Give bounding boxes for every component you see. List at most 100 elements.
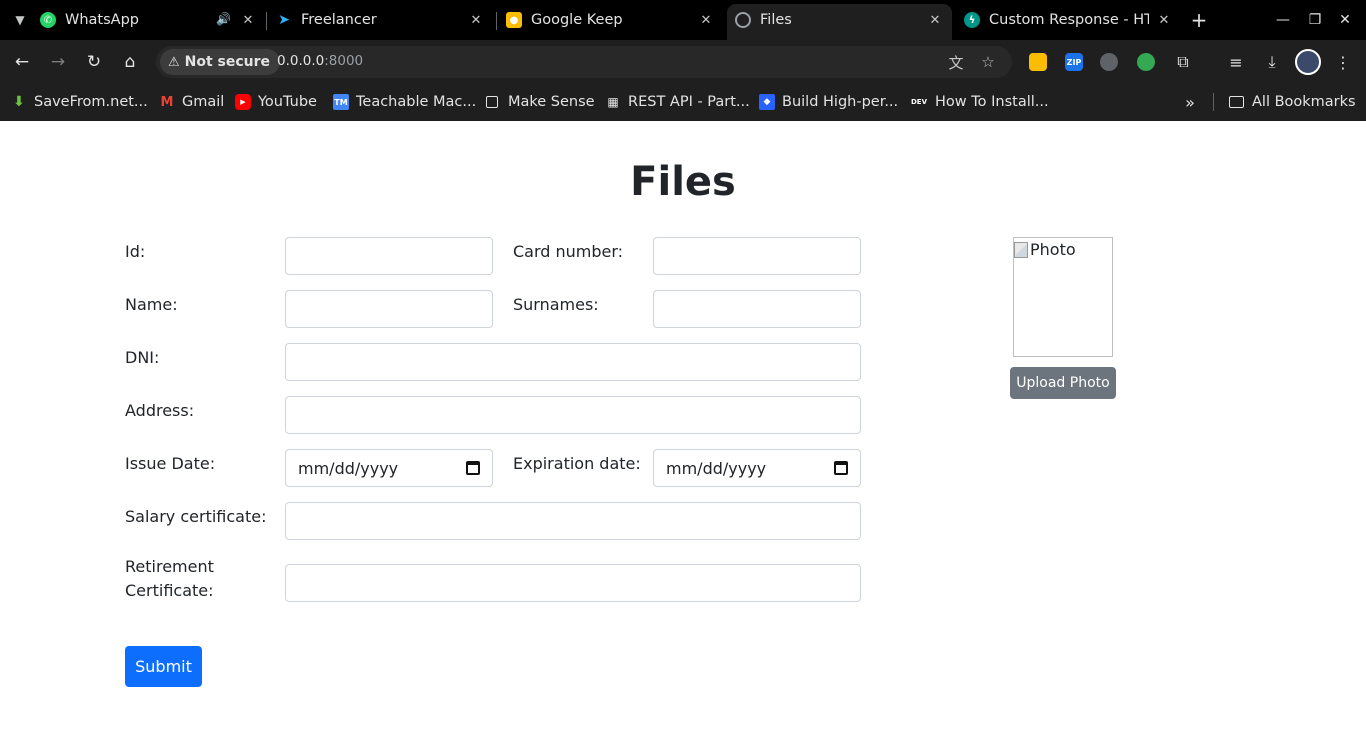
bookmark-star-icon[interactable]: ☆ [978, 52, 998, 72]
bookmark-youtube[interactable]: ▶ YouTube [235, 91, 317, 113]
salary-certificate-label: Salary certificate: [125, 507, 267, 526]
bookmark-label: Teachable Mac... [356, 94, 477, 110]
calendar-icon[interactable] [466, 461, 480, 475]
issue-date-label: Issue Date: [125, 454, 216, 473]
name-input[interactable] [285, 290, 493, 328]
date-placeholder: mm/dd/yyyy [298, 458, 399, 478]
tab-label: WhatsApp [65, 12, 139, 28]
bookmark-rest-api[interactable]: ▦ REST API - Part... [605, 91, 750, 113]
translate-icon[interactable]: 文 [946, 52, 966, 72]
retirement-certificate-input[interactable] [285, 564, 861, 602]
tab-custom-response[interactable]: ϟ Custom Response - HTML ✕ [956, 4, 1181, 36]
url-text: 0.0.0.0:8000 [277, 53, 363, 69]
upload-photo-button[interactable]: Upload Photo [1010, 367, 1116, 399]
close-icon[interactable]: ✕ [239, 11, 257, 29]
youtube-icon: ▶ [235, 94, 251, 110]
tab-google-keep[interactable]: ● Google Keep ✕ [498, 4, 723, 36]
globe-icon [735, 12, 751, 28]
shield-extension-icon[interactable] [1100, 53, 1118, 71]
close-icon[interactable]: ✕ [1155, 11, 1173, 29]
profile-avatar[interactable] [1295, 49, 1321, 75]
audio-icon[interactable]: 🔊 [216, 12, 231, 26]
new-tab-button[interactable]: + [1187, 8, 1211, 32]
bookmarks-divider [1213, 93, 1214, 111]
retirement-certificate-label-line2: Certificate: [125, 581, 214, 600]
tab-strip: ▼ ✆ WhatsApp 🔊 ✕ ➤ Freelancer ✕ ● Google… [0, 0, 1366, 40]
tab-label: Freelancer [301, 12, 377, 28]
bookmark-teachable[interactable]: TM Teachable Mac... [333, 91, 476, 113]
security-chip[interactable]: ⚠ Not secure [160, 49, 281, 75]
bookmark-label: REST API - Part... [628, 94, 750, 110]
address-bar[interactable]: ⚠ Not secure 0.0.0.0:8000 文 ☆ [156, 46, 1012, 78]
issue-date-input[interactable]: mm/dd/yyyy [285, 449, 493, 487]
close-window-button[interactable]: ✕ [1335, 10, 1355, 30]
expiration-date-input[interactable]: mm/dd/yyyy [653, 449, 861, 487]
reload-button[interactable]: ↻ [80, 48, 108, 76]
id-label: Id: [125, 242, 146, 261]
security-label: Not secure [184, 54, 271, 70]
bookmarks-bar: ⬇ SaveFrom.net... M Gmail ▶ YouTube TM T… [0, 84, 1366, 121]
page-title: Files [630, 159, 736, 205]
bookmark-label: SaveFrom.net... [34, 94, 148, 110]
keep-extension-icon[interactable] [1029, 53, 1047, 71]
bookmark-gmail[interactable]: M Gmail [159, 91, 225, 113]
freelancer-icon: ➤ [278, 12, 290, 28]
close-icon[interactable]: ✕ [697, 11, 715, 29]
photo-image: Photo [1014, 240, 1076, 259]
warning-icon: ⚠ [168, 54, 180, 70]
salary-certificate-input[interactable] [285, 502, 861, 540]
chevron-more-icon[interactable]: » [1180, 91, 1200, 113]
bookmark-label: All Bookmarks [1252, 94, 1356, 110]
bookmark-make-sense[interactable]: Make Sense [486, 91, 595, 113]
toolbar: ← → ↻ ⌂ ⚠ Not secure 0.0.0.0:8000 文 ☆ ZI… [0, 40, 1366, 84]
menu-kebab-icon[interactable]: ⋮ [1331, 50, 1355, 74]
keep-icon: ● [506, 12, 522, 28]
minimize-button[interactable]: — [1273, 10, 1293, 30]
tab-divider [496, 12, 497, 30]
maximize-button[interactable]: ❐ [1305, 10, 1325, 30]
address-input[interactable] [285, 396, 861, 434]
all-bookmarks-button[interactable]: All Bookmarks [1229, 91, 1356, 113]
bookmark-label: Gmail [182, 94, 225, 110]
card-number-label: Card number: [513, 242, 624, 261]
restapi-icon: ▦ [607, 95, 619, 109]
tab-files[interactable]: Files ✕ [727, 4, 952, 40]
bookmark-savefrom[interactable]: ⬇ SaveFrom.net... [11, 91, 148, 113]
zip-extension-icon[interactable]: ZIP [1065, 53, 1083, 71]
folder-icon [1229, 96, 1244, 108]
teachable-icon: TM [333, 94, 349, 110]
surnames-input[interactable] [653, 290, 861, 328]
url-port: :8000 [324, 53, 364, 69]
tab-search-icon[interactable]: ▼ [6, 6, 34, 34]
card-number-input[interactable] [653, 237, 861, 275]
media-control-icon[interactable]: ≡ [1224, 50, 1248, 74]
submit-button[interactable]: Submit [125, 646, 202, 687]
bookmark-label: Make Sense [508, 94, 595, 110]
bookmark-label: YouTube [258, 94, 317, 110]
bookmark-label: Build High-per... [782, 94, 899, 110]
fastapi-icon: ϟ [964, 12, 980, 28]
forward-button[interactable]: → [44, 48, 72, 76]
dni-label: DNI: [125, 348, 160, 367]
tab-label: Files [760, 12, 792, 28]
dni-input[interactable] [285, 343, 861, 381]
extensions-puzzle-icon[interactable]: ⧉ [1171, 50, 1195, 74]
broken-image-icon [1014, 241, 1028, 258]
bookmark-how-to-install[interactable]: DEV How To Install... [910, 91, 1049, 113]
photo-alt-text: Photo [1030, 240, 1076, 259]
tab-freelancer[interactable]: ➤ Freelancer ✕ [268, 4, 493, 36]
dev-icon: DEV [910, 98, 927, 106]
id-input[interactable] [285, 237, 493, 275]
bookmark-build[interactable]: ◆ Build High-per... [759, 91, 898, 113]
tab-whatsapp[interactable]: ✆ WhatsApp 🔊 ✕ [40, 4, 265, 36]
calendar-icon[interactable] [834, 461, 848, 475]
close-icon[interactable]: ✕ [467, 11, 485, 29]
bookmark-label: How To Install... [935, 94, 1049, 110]
back-button[interactable]: ← [8, 48, 36, 76]
whatsapp-icon: ✆ [40, 12, 56, 28]
download-icon[interactable]: ⤓ [1260, 50, 1284, 74]
close-icon[interactable]: ✕ [926, 11, 944, 29]
green-extension-icon[interactable] [1137, 53, 1155, 71]
makesense-icon [486, 96, 498, 108]
home-button[interactable]: ⌂ [116, 48, 144, 76]
